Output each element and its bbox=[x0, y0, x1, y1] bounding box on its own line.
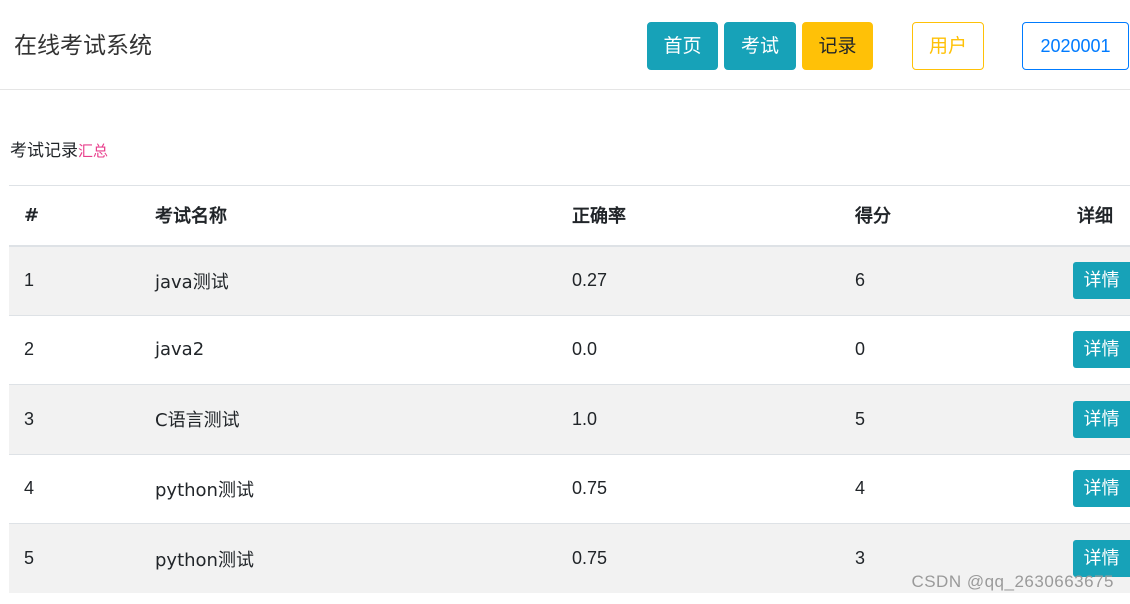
section-heading: 考试记录汇总 bbox=[10, 138, 108, 164]
cell-id: 2 bbox=[9, 314, 155, 385]
nav-home-button[interactable]: 首页 bbox=[647, 22, 718, 70]
cell-score: 6 bbox=[855, 245, 1065, 315]
cell-exam-name: C语言测试 bbox=[155, 384, 572, 454]
header-detail: 详细 bbox=[1065, 185, 1130, 247]
header-accuracy: 正确率 bbox=[572, 185, 855, 247]
exam-records-table: # 考试名称 正确率 得分 详细 1 java测试 0.27 6 详情 2 ja… bbox=[9, 185, 1130, 593]
table-header-row: # 考试名称 正确率 得分 详细 bbox=[9, 185, 1130, 247]
cell-id: 3 bbox=[9, 384, 155, 454]
cell-accuracy: 1.0 bbox=[572, 384, 855, 454]
top-navbar: 在线考试系统 首页 考试 记录 用户 2020001 bbox=[0, 0, 1130, 90]
detail-button[interactable]: 详情 bbox=[1073, 262, 1130, 299]
csdn-watermark: CSDN @qq_2630663675 bbox=[911, 572, 1114, 591]
cell-detail: 详情 bbox=[1065, 384, 1130, 454]
cell-id: 5 bbox=[9, 523, 155, 593]
cell-accuracy: 0.75 bbox=[572, 453, 855, 524]
cell-exam-name: java2 bbox=[155, 314, 572, 385]
section-title: 考试记录 bbox=[10, 141, 78, 161]
table-row: 4 python测试 0.75 4 详情 bbox=[9, 453, 1130, 524]
header-exam-name: 考试名称 bbox=[155, 185, 572, 247]
nav-records-button[interactable]: 记录 bbox=[802, 22, 873, 70]
nav-exam-button[interactable]: 考试 bbox=[724, 22, 796, 70]
cell-exam-name: python测试 bbox=[155, 453, 572, 524]
cell-detail: 详情 bbox=[1065, 453, 1130, 524]
user-id-button[interactable]: 2020001 bbox=[1022, 22, 1129, 70]
table-row: 2 java2 0.0 0 详情 bbox=[9, 314, 1130, 385]
cell-detail: 详情 bbox=[1065, 245, 1130, 315]
cell-id: 1 bbox=[9, 245, 155, 315]
cell-score: 5 bbox=[855, 384, 1065, 454]
header-score: 得分 bbox=[855, 185, 1065, 247]
nav-user-button[interactable]: 用户 bbox=[912, 22, 984, 70]
cell-exam-name: java测试 bbox=[155, 245, 572, 315]
table-row: 3 C语言测试 1.0 5 详情 bbox=[9, 384, 1130, 454]
cell-score: 4 bbox=[855, 453, 1065, 524]
cell-id: 4 bbox=[9, 453, 155, 524]
section-subtitle: 汇总 bbox=[78, 142, 109, 160]
detail-button[interactable]: 详情 bbox=[1073, 400, 1130, 438]
detail-button[interactable]: 详情 bbox=[1073, 331, 1130, 369]
cell-detail: 详情 bbox=[1065, 314, 1130, 385]
cell-exam-name: python测试 bbox=[155, 523, 572, 593]
cell-accuracy: 0.0 bbox=[572, 314, 855, 385]
header-id: # bbox=[9, 185, 155, 247]
app-title: 在线考试系统 bbox=[14, 33, 152, 59]
table-row: 1 java测试 0.27 6 详情 bbox=[9, 245, 1130, 315]
cell-score: 0 bbox=[855, 314, 1065, 385]
cell-accuracy: 0.27 bbox=[572, 245, 855, 315]
detail-button[interactable]: 详情 bbox=[1073, 470, 1130, 508]
cell-accuracy: 0.75 bbox=[572, 523, 855, 593]
